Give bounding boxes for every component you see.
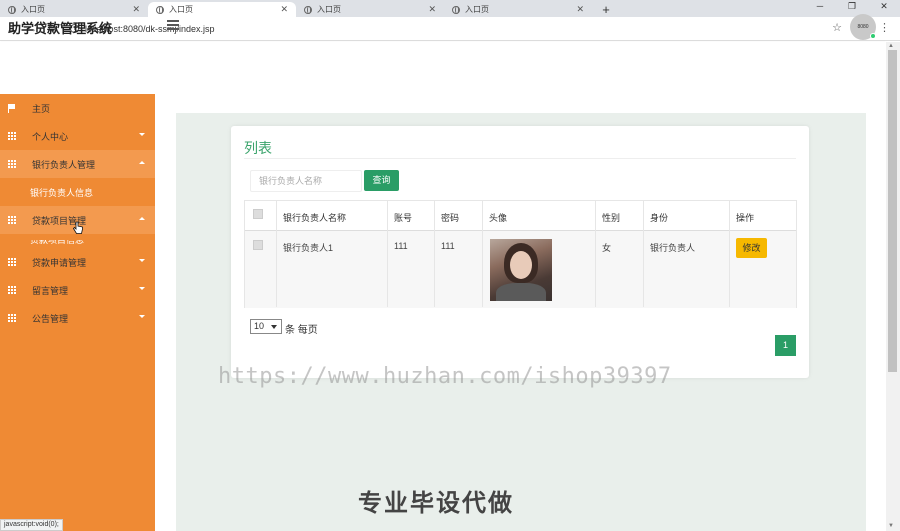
chevron-up-icon <box>139 161 145 164</box>
slogan-watermark: 专业毕设代做 <box>358 490 514 517</box>
status-bar: javascript:void(0); <box>0 519 63 531</box>
data-table: 银行负责人名称 账号 密码 头像 性别 身份 操作 银行负责人1 111 111… <box>244 200 797 308</box>
cell-gender: 女 <box>602 243 612 253</box>
column-header[interactable]: 银行负责人名称 <box>283 211 346 224</box>
sidebar-item-label: 贷款申请管理 <box>32 257 87 268</box>
sidebar-item-label: 留言管理 <box>32 285 69 296</box>
grid-icon <box>8 258 16 266</box>
grid-icon <box>8 286 16 294</box>
search-button[interactable]: 查询 <box>364 170 399 191</box>
chevron-down-icon <box>139 133 145 136</box>
sidebar-item-messages[interactable]: 留言管理 <box>0 276 155 304</box>
divider <box>244 158 796 159</box>
address-bar: ← → ↻ i localhost:8080/dk-ssmj/index.jsp… <box>0 17 900 41</box>
globe-icon <box>452 5 460 14</box>
app-title: 助学贷款管理系统 <box>8 21 113 36</box>
column-header[interactable]: 账号 <box>394 211 412 224</box>
hand-cursor-icon <box>73 221 83 234</box>
sidebar-item-label: 银行负责人管理 <box>32 159 96 170</box>
column-header: 操作 <box>736 213 755 223</box>
tab-label: 入口页 <box>317 5 341 14</box>
sidebar-item-label: 个人中心 <box>32 131 69 142</box>
window-controls: ─ ❐ ✕ <box>804 0 900 14</box>
cell-account: 111 <box>394 241 408 251</box>
column-header[interactable]: 身份 <box>650 211 668 224</box>
new-tab-button[interactable]: + <box>598 2 614 17</box>
chevron-down-icon <box>139 287 145 290</box>
edit-button[interactable]: 修改 <box>736 238 767 258</box>
flag-icon <box>8 104 16 113</box>
select-all-checkbox[interactable] <box>253 209 263 219</box>
close-window-icon[interactable]: ✕ <box>868 0 900 14</box>
row-checkbox[interactable] <box>253 240 263 250</box>
grid-icon <box>8 132 16 140</box>
column-header[interactable]: 性别 <box>602 211 620 224</box>
maximize-icon[interactable]: ❐ <box>836 0 868 14</box>
page-number-button[interactable]: 1 <box>775 335 796 356</box>
cell-name: 银行负责人1 <box>283 243 334 253</box>
menu-kebab-icon[interactable]: ⋮ <box>879 21 890 34</box>
search-input[interactable]: 银行负责人名称 <box>250 170 362 192</box>
browser-tab[interactable]: 入口页 ✕ <box>0 2 148 17</box>
sidebar-subitem-loan-project-info[interactable]: 贷款项目信息 <box>30 240 84 244</box>
globe-icon <box>156 5 164 14</box>
sidebar-item-label: 公告管理 <box>32 313 69 324</box>
close-icon[interactable]: ✕ <box>576 4 584 15</box>
minimize-icon[interactable]: ─ <box>804 0 836 14</box>
sidebar-item-bank-manager[interactable]: 银行负责人管理 <box>0 150 155 178</box>
sidebar-item-loan-application[interactable]: 贷款申请管理 <box>0 248 155 276</box>
tab-label: 入口页 <box>465 5 489 14</box>
globe-icon <box>8 5 16 14</box>
close-icon[interactable]: ✕ <box>428 4 436 15</box>
cell-password: 111 <box>441 241 455 251</box>
globe-icon <box>304 5 312 14</box>
sidebar-item-announcements[interactable]: 公告管理 <box>0 304 155 332</box>
column-header[interactable]: 密码 <box>441 211 459 224</box>
scrollbar-thumb[interactable] <box>888 50 897 372</box>
app-header <box>0 42 886 94</box>
browser-tab-bar: 入口页 ✕ 入口页 ✕ 入口页 ✕ 入口页 ✕ + <box>0 0 900 17</box>
page-size-select[interactable]: 10 <box>250 319 282 334</box>
column-header: 头像 <box>489 213 508 223</box>
avatar-photo <box>490 239 552 301</box>
chevron-up-icon <box>139 217 145 220</box>
grid-icon <box>8 314 16 322</box>
sidebar-item-label: 主页 <box>32 103 51 114</box>
url-watermark: https://www.huzhan.com/ishop39397 <box>218 364 672 389</box>
grid-icon <box>8 160 16 168</box>
grid-icon <box>8 216 16 224</box>
card-title: 列表 <box>244 140 272 156</box>
sidebar-item-personal-center[interactable]: 个人中心 <box>0 122 155 150</box>
browser-tab-active[interactable]: 入口页 ✕ <box>148 2 296 17</box>
chevron-down-icon <box>139 259 145 262</box>
sidebar-subitem-bank-manager-info[interactable]: 银行负责人信息 <box>30 186 93 199</box>
sidebar-item-home[interactable]: 主页 <box>0 94 155 122</box>
scroll-down-icon[interactable]: ▼ <box>888 523 894 529</box>
tab-label: 入口页 <box>169 5 193 14</box>
browser-tab[interactable]: 入口页 ✕ <box>296 2 444 17</box>
hamburger-menu-icon[interactable] <box>167 20 179 32</box>
close-icon[interactable]: ✕ <box>280 4 288 15</box>
tab-label: 入口页 <box>21 5 45 14</box>
chevron-down-icon <box>139 315 145 318</box>
browser-tab[interactable]: 入口页 ✕ <box>444 2 592 17</box>
scroll-up-icon[interactable]: ▲ <box>888 43 894 49</box>
bookmark-star-icon[interactable]: ☆ <box>832 21 842 34</box>
cell-role: 银行负责人 <box>650 243 696 253</box>
close-icon[interactable]: ✕ <box>132 4 140 15</box>
page-size-label: 条 每页 <box>285 325 318 336</box>
online-status-dot <box>870 33 876 39</box>
